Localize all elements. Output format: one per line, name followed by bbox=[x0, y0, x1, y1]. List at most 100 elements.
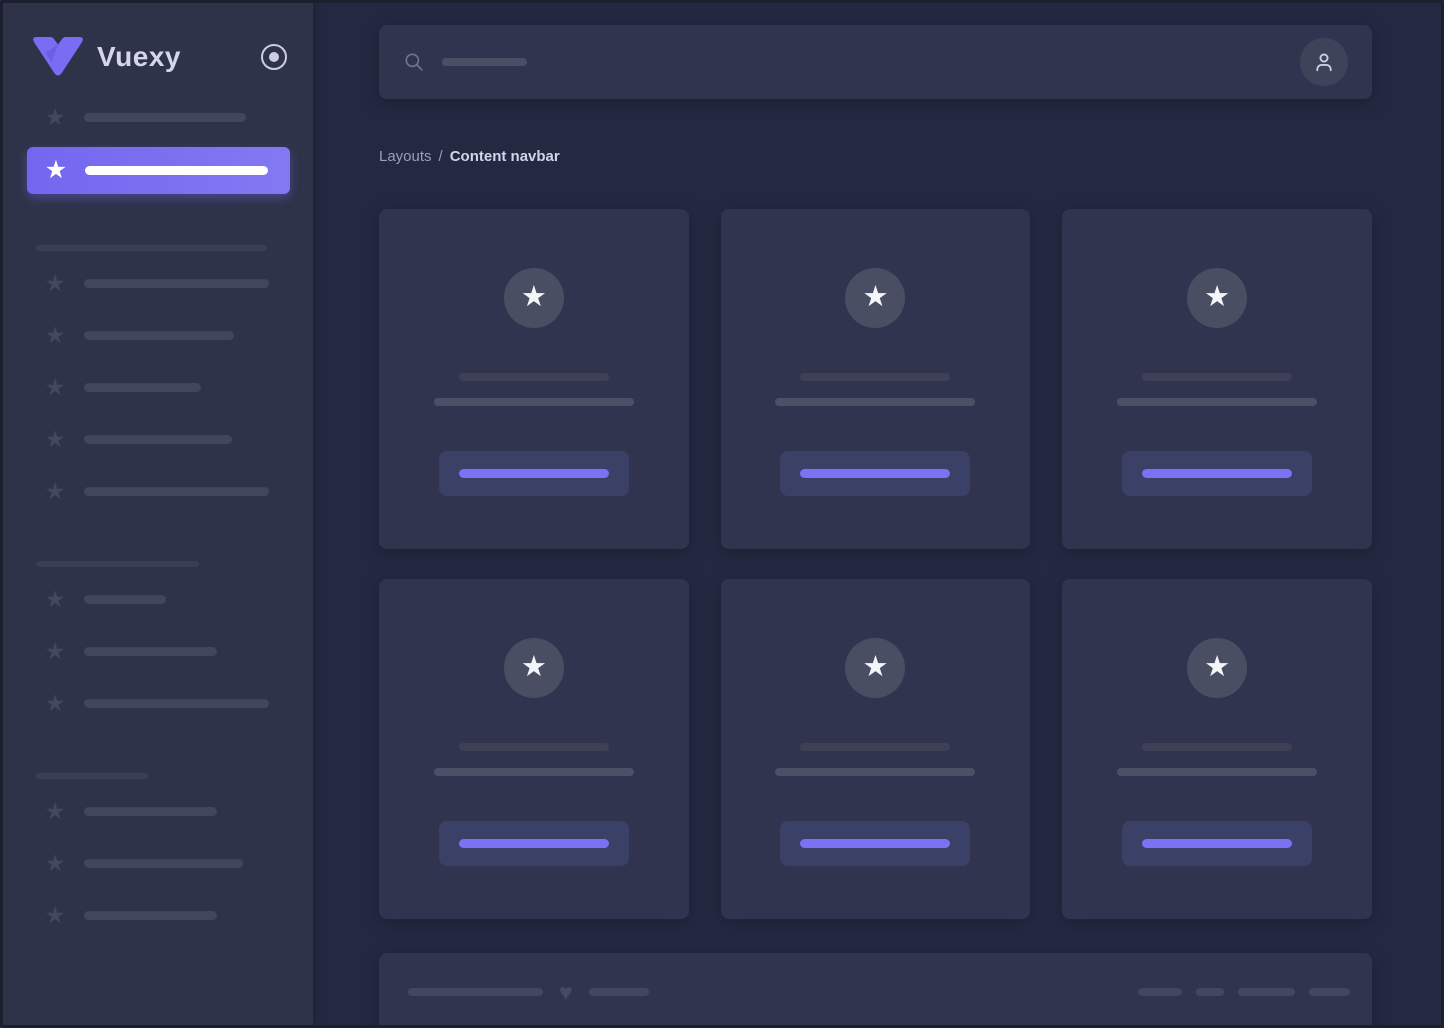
star-icon: ★ bbox=[862, 653, 888, 682]
card-button[interactable] bbox=[1122, 821, 1312, 866]
card-text-placeholder bbox=[1117, 768, 1317, 776]
sidebar-menu: ★ ★ ★ ★ ★ ★ bbox=[3, 103, 313, 929]
sidebar-item[interactable]: ★ bbox=[3, 425, 289, 453]
menu-item-placeholder bbox=[84, 487, 269, 496]
sidebar-item[interactable]: ★ bbox=[3, 637, 289, 665]
card-text-placeholder bbox=[775, 398, 975, 406]
footer-text-placeholder bbox=[589, 988, 649, 996]
section-header-placeholder bbox=[36, 245, 267, 251]
button-label-placeholder bbox=[459, 469, 609, 478]
button-label-placeholder bbox=[1142, 469, 1292, 478]
menu-item-placeholder bbox=[84, 595, 166, 604]
menu-item-placeholder bbox=[84, 383, 201, 392]
app-window: Vuexy ★ ★ ★ ★ bbox=[0, 0, 1444, 1028]
star-icon: ★ bbox=[43, 272, 67, 295]
menu-item-placeholder bbox=[84, 331, 234, 340]
star-badge: ★ bbox=[504, 268, 564, 328]
card-button[interactable] bbox=[780, 821, 970, 866]
menu-item-placeholder bbox=[84, 279, 269, 288]
sidebar-item[interactable]: ★ bbox=[3, 103, 289, 131]
footer-copyright: ♥ bbox=[408, 980, 649, 1003]
search-input-placeholder[interactable] bbox=[442, 58, 527, 66]
menu-item-placeholder bbox=[84, 911, 217, 920]
sidebar-item[interactable]: ★ bbox=[3, 373, 289, 401]
card-title-placeholder bbox=[1142, 373, 1292, 381]
star-icon: ★ bbox=[1204, 653, 1230, 682]
menu-item-placeholder bbox=[84, 859, 243, 868]
breadcrumb-separator: / bbox=[439, 148, 443, 165]
sidebar-item[interactable]: ★ bbox=[3, 901, 289, 929]
demo-card: ★ bbox=[379, 209, 689, 549]
sidebar-item-active[interactable]: ★ bbox=[27, 147, 290, 194]
star-badge: ★ bbox=[504, 638, 564, 698]
demo-card: ★ bbox=[1062, 579, 1372, 919]
sidebar-item[interactable]: ★ bbox=[3, 797, 289, 825]
menu-section-header bbox=[36, 561, 313, 567]
footer-link-placeholder[interactable] bbox=[1238, 988, 1295, 996]
star-icon: ★ bbox=[862, 283, 888, 312]
demo-card: ★ bbox=[721, 579, 1031, 919]
star-icon: ★ bbox=[43, 588, 67, 611]
breadcrumb-current: Content navbar bbox=[450, 148, 560, 165]
search-icon[interactable] bbox=[403, 51, 425, 73]
card-text-placeholder bbox=[434, 398, 634, 406]
card-button[interactable] bbox=[1122, 451, 1312, 496]
menu-item-placeholder bbox=[84, 699, 269, 708]
menu-item-placeholder bbox=[84, 807, 217, 816]
user-avatar[interactable] bbox=[1300, 38, 1348, 86]
heart-icon: ♥ bbox=[559, 981, 573, 1004]
sidebar-item[interactable]: ★ bbox=[3, 321, 289, 349]
section-header-placeholder bbox=[36, 773, 148, 779]
footer-row: ♥ bbox=[408, 980, 1350, 1003]
footer-link-placeholder[interactable] bbox=[1196, 988, 1224, 996]
star-badge: ★ bbox=[845, 638, 905, 698]
star-icon: ★ bbox=[521, 653, 547, 682]
card-text-placeholder bbox=[1117, 398, 1317, 406]
footer-links bbox=[1138, 988, 1350, 996]
menu-item-placeholder bbox=[84, 113, 246, 122]
star-icon: ★ bbox=[44, 158, 68, 183]
card-title-placeholder bbox=[1142, 743, 1292, 751]
sidebar-item[interactable]: ★ bbox=[3, 477, 289, 505]
card-title-placeholder bbox=[800, 743, 950, 751]
vuexy-logo-icon bbox=[31, 37, 85, 77]
demo-card: ★ bbox=[1062, 209, 1372, 549]
card-button[interactable] bbox=[439, 451, 629, 496]
sidebar-item[interactable]: ★ bbox=[3, 689, 289, 717]
footer-link-placeholder[interactable] bbox=[1138, 988, 1182, 996]
menu-pin-toggle-icon[interactable] bbox=[261, 44, 287, 70]
star-icon: ★ bbox=[43, 640, 67, 663]
footer-link-placeholder[interactable] bbox=[1309, 988, 1350, 996]
sidebar: Vuexy ★ ★ ★ ★ bbox=[3, 3, 313, 1025]
star-icon: ★ bbox=[43, 428, 67, 451]
card-title-placeholder bbox=[800, 373, 950, 381]
star-icon: ★ bbox=[43, 324, 67, 347]
card-text-placeholder bbox=[775, 768, 975, 776]
menu-section-header bbox=[36, 773, 313, 779]
star-badge: ★ bbox=[1187, 268, 1247, 328]
menu-section-header bbox=[36, 245, 313, 251]
breadcrumb: Layouts / Content navbar bbox=[379, 148, 1372, 165]
demo-card: ★ bbox=[721, 209, 1031, 549]
star-icon: ★ bbox=[43, 480, 67, 503]
card-button[interactable] bbox=[780, 451, 970, 496]
star-icon: ★ bbox=[43, 376, 67, 399]
sidebar-item[interactable]: ★ bbox=[3, 269, 289, 297]
footer: ♥ bbox=[379, 953, 1372, 1028]
card-button[interactable] bbox=[439, 821, 629, 866]
star-icon: ★ bbox=[43, 692, 67, 715]
sidebar-item[interactable]: ★ bbox=[3, 849, 289, 877]
menu-item-placeholder bbox=[84, 647, 217, 656]
top-navbar bbox=[379, 25, 1372, 99]
star-icon: ★ bbox=[43, 800, 67, 823]
menu-item-placeholder bbox=[84, 435, 232, 444]
button-label-placeholder bbox=[1142, 839, 1292, 848]
brand-name: Vuexy bbox=[97, 41, 181, 73]
footer-text-placeholder bbox=[408, 988, 543, 996]
section-header-placeholder bbox=[36, 561, 199, 567]
sidebar-item[interactable]: ★ bbox=[3, 585, 289, 613]
main-content: Layouts / Content navbar ★ ★ bbox=[313, 3, 1441, 1025]
breadcrumb-parent[interactable]: Layouts bbox=[379, 148, 432, 165]
star-icon: ★ bbox=[43, 106, 67, 129]
button-label-placeholder bbox=[459, 839, 609, 848]
